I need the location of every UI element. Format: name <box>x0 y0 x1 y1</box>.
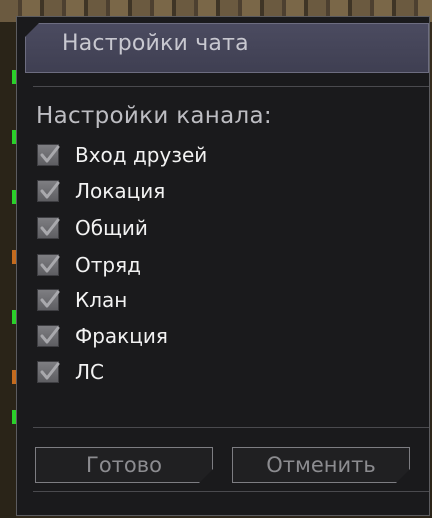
divider-top <box>33 86 429 87</box>
checkbox[interactable] <box>37 361 60 383</box>
checkbox[interactable] <box>37 254 60 276</box>
checkmark-icon <box>40 290 60 308</box>
option-party[interactable]: Отряд <box>37 250 141 280</box>
option-general[interactable]: Общий <box>37 213 148 243</box>
option-label: ЛС <box>75 360 105 384</box>
checkbox[interactable] <box>37 180 60 202</box>
checkmark-icon <box>40 218 60 236</box>
option-label: Общий <box>75 216 148 240</box>
done-button[interactable]: Готово <box>35 447 213 483</box>
option-faction[interactable]: Фракция <box>37 321 168 351</box>
checkmark-icon <box>40 181 60 199</box>
option-private-messages[interactable]: ЛС <box>37 357 104 387</box>
option-clan[interactable]: Клан <box>37 285 127 315</box>
option-friends-login[interactable]: Вход друзей <box>37 140 207 170</box>
checkbox[interactable] <box>37 144 60 166</box>
divider-bottom <box>33 427 429 428</box>
option-label: Фракция <box>75 324 168 348</box>
cancel-button-label: Отменить <box>266 453 376 477</box>
option-label: Вход друзей <box>75 143 208 167</box>
checkmark-icon <box>40 326 60 344</box>
option-label: Клан <box>75 288 128 312</box>
checkmark-icon <box>40 362 60 380</box>
divider-footer <box>33 491 429 492</box>
section-title: Настройки канала: <box>36 103 272 129</box>
checkmark-icon <box>40 145 60 163</box>
option-label: Локация <box>75 179 166 203</box>
checkbox[interactable] <box>37 325 60 347</box>
background-left-strip <box>0 22 16 518</box>
done-button-label: Готово <box>86 453 162 477</box>
checkbox[interactable] <box>37 289 60 311</box>
option-label: Отряд <box>75 253 141 277</box>
cancel-button[interactable]: Отменить <box>232 447 410 483</box>
dialog-title: Настройки чата <box>62 31 249 56</box>
checkbox[interactable] <box>37 217 60 239</box>
chat-settings-dialog: Настройки чата Настройки канала: Вход др… <box>16 16 430 516</box>
checkmark-icon <box>40 255 60 273</box>
option-location[interactable]: Локация <box>37 176 165 206</box>
